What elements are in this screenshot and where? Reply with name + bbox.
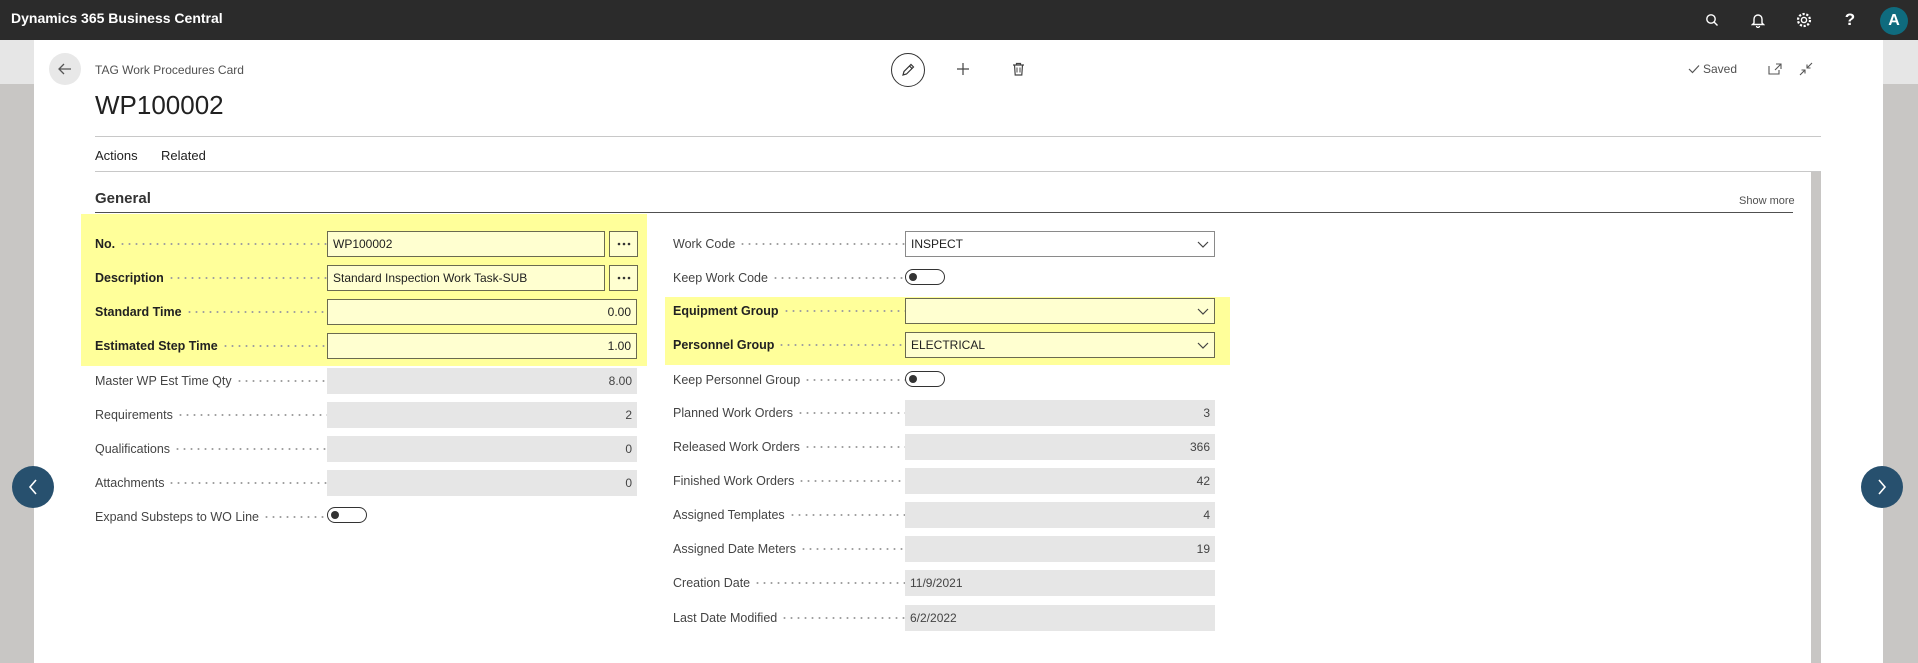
toggle-knob [331, 511, 339, 519]
popout-icon [1768, 63, 1782, 75]
personnel-group-select[interactable]: ELECTRICAL [905, 332, 1215, 358]
collapse-button[interactable] [1797, 60, 1815, 78]
finished-work-orders-value[interactable]: 42 [905, 468, 1215, 494]
assigned-date-meters-value[interactable]: 19 [905, 536, 1215, 562]
search-icon[interactable] [1700, 8, 1724, 32]
label-keep-work-code: Keep Work Code [673, 268, 905, 288]
label-creation-date: Creation Date [673, 573, 905, 593]
expand-substeps-toggle[interactable] [327, 507, 367, 523]
label-last-date-modified: Last Date Modified [673, 608, 905, 628]
label-planned-work-orders: Planned Work Orders [673, 403, 905, 423]
chevron-left-icon [28, 479, 37, 495]
add-button[interactable] [952, 58, 974, 80]
label-requirements: Requirements [95, 405, 327, 425]
no-field[interactable]: WP100002 [327, 231, 605, 257]
page-title: WP100002 [95, 90, 224, 120]
ellipsis-icon [617, 242, 630, 246]
toggle-knob [909, 273, 917, 281]
show-more-link[interactable]: Show more [1739, 195, 1795, 207]
work-code-value: INSPECT [911, 237, 964, 251]
label-estimated-step-time: Estimated Step Time [95, 336, 327, 356]
label-keep-personnel-group: Keep Personnel Group [673, 370, 905, 390]
checkmark-icon [1688, 65, 1700, 74]
last-date-modified-value: 6/2/2022 [905, 605, 1215, 631]
keep-personnel-group-toggle[interactable] [905, 371, 945, 387]
chevron-right-icon [1878, 479, 1887, 495]
pencil-icon [902, 63, 915, 76]
label-personnel-group: Personnel Group [673, 335, 905, 355]
saved-status: Saved [1688, 62, 1737, 76]
label-master-wp-est-time-qty: Master WP Est Time Qty [95, 371, 327, 391]
popout-button[interactable] [1766, 60, 1784, 78]
label-qualifications: Qualifications [95, 439, 327, 459]
gear-icon[interactable] [1792, 8, 1816, 32]
label-finished-work-orders: Finished Work Orders [673, 471, 905, 491]
plus-icon [957, 63, 969, 75]
previous-record-button[interactable] [12, 466, 54, 508]
label-assigned-date-meters: Assigned Date Meters [673, 539, 905, 559]
menu-related[interactable]: Related [161, 148, 206, 163]
label-expand-substeps: Expand Substeps to WO Line [95, 507, 327, 527]
chevron-down-icon [1197, 241, 1209, 248]
keep-work-code-toggle[interactable] [905, 269, 945, 285]
page-caption: TAG Work Procedures Card [95, 63, 244, 77]
menu-actions[interactable]: Actions [95, 148, 138, 163]
estimated-step-time-field[interactable]: 1.00 [327, 333, 637, 359]
label-work-code: Work Code [673, 234, 905, 254]
chevron-down-icon [1197, 342, 1209, 349]
ellipsis-icon [617, 276, 630, 280]
avatar[interactable]: A [1880, 7, 1908, 35]
collapse-icon [1799, 62, 1813, 76]
help-icon[interactable]: ? [1838, 8, 1862, 32]
back-button[interactable] [49, 53, 81, 85]
header-divider [95, 136, 1821, 137]
master-wp-est-time-qty-value: 8.00 [327, 368, 637, 394]
creation-date-value: 11/9/2021 [905, 570, 1215, 596]
label-released-work-orders: Released Work Orders [673, 437, 905, 457]
description-lookup-button[interactable] [609, 265, 638, 291]
attachments-value[interactable]: 0 [327, 470, 637, 496]
no-lookup-button[interactable] [609, 231, 638, 257]
edit-button[interactable] [891, 53, 925, 87]
scrollbar[interactable] [1811, 172, 1821, 663]
planned-work-orders-value[interactable]: 3 [905, 400, 1215, 426]
bell-icon[interactable] [1746, 8, 1770, 32]
back-arrow-icon [58, 63, 71, 75]
requirements-value[interactable]: 2 [327, 402, 637, 428]
section-title-general[interactable]: General [95, 190, 151, 207]
section-divider [95, 212, 1793, 213]
label-assigned-templates: Assigned Templates [673, 505, 905, 525]
released-work-orders-value[interactable]: 366 [905, 434, 1215, 460]
chevron-down-icon [1197, 308, 1209, 315]
standard-time-field[interactable]: 0.00 [327, 299, 637, 325]
next-record-button[interactable] [1861, 466, 1903, 508]
label-description: Description [95, 268, 327, 288]
description-field[interactable]: Standard Inspection Work Task-SUB [327, 265, 605, 291]
app-title[interactable]: Dynamics 365 Business Central [11, 10, 223, 26]
assigned-templates-value[interactable]: 4 [905, 502, 1215, 528]
top-bar: Dynamics 365 Business Central ? A [0, 0, 1918, 40]
delete-button[interactable] [1007, 58, 1029, 80]
label-equipment-group: Equipment Group [673, 301, 905, 321]
work-code-select[interactable]: INSPECT [905, 231, 1215, 257]
personnel-group-value: ELECTRICAL [911, 338, 986, 352]
saved-label: Saved [1703, 62, 1738, 76]
label-standard-time: Standard Time [95, 302, 327, 322]
equipment-group-select[interactable] [905, 298, 1215, 324]
label-no: No. [95, 234, 327, 254]
toggle-knob [909, 375, 917, 383]
menu-divider [95, 171, 1821, 172]
trash-icon [1012, 62, 1024, 76]
label-attachments: Attachments [95, 473, 327, 493]
qualifications-value[interactable]: 0 [327, 436, 637, 462]
